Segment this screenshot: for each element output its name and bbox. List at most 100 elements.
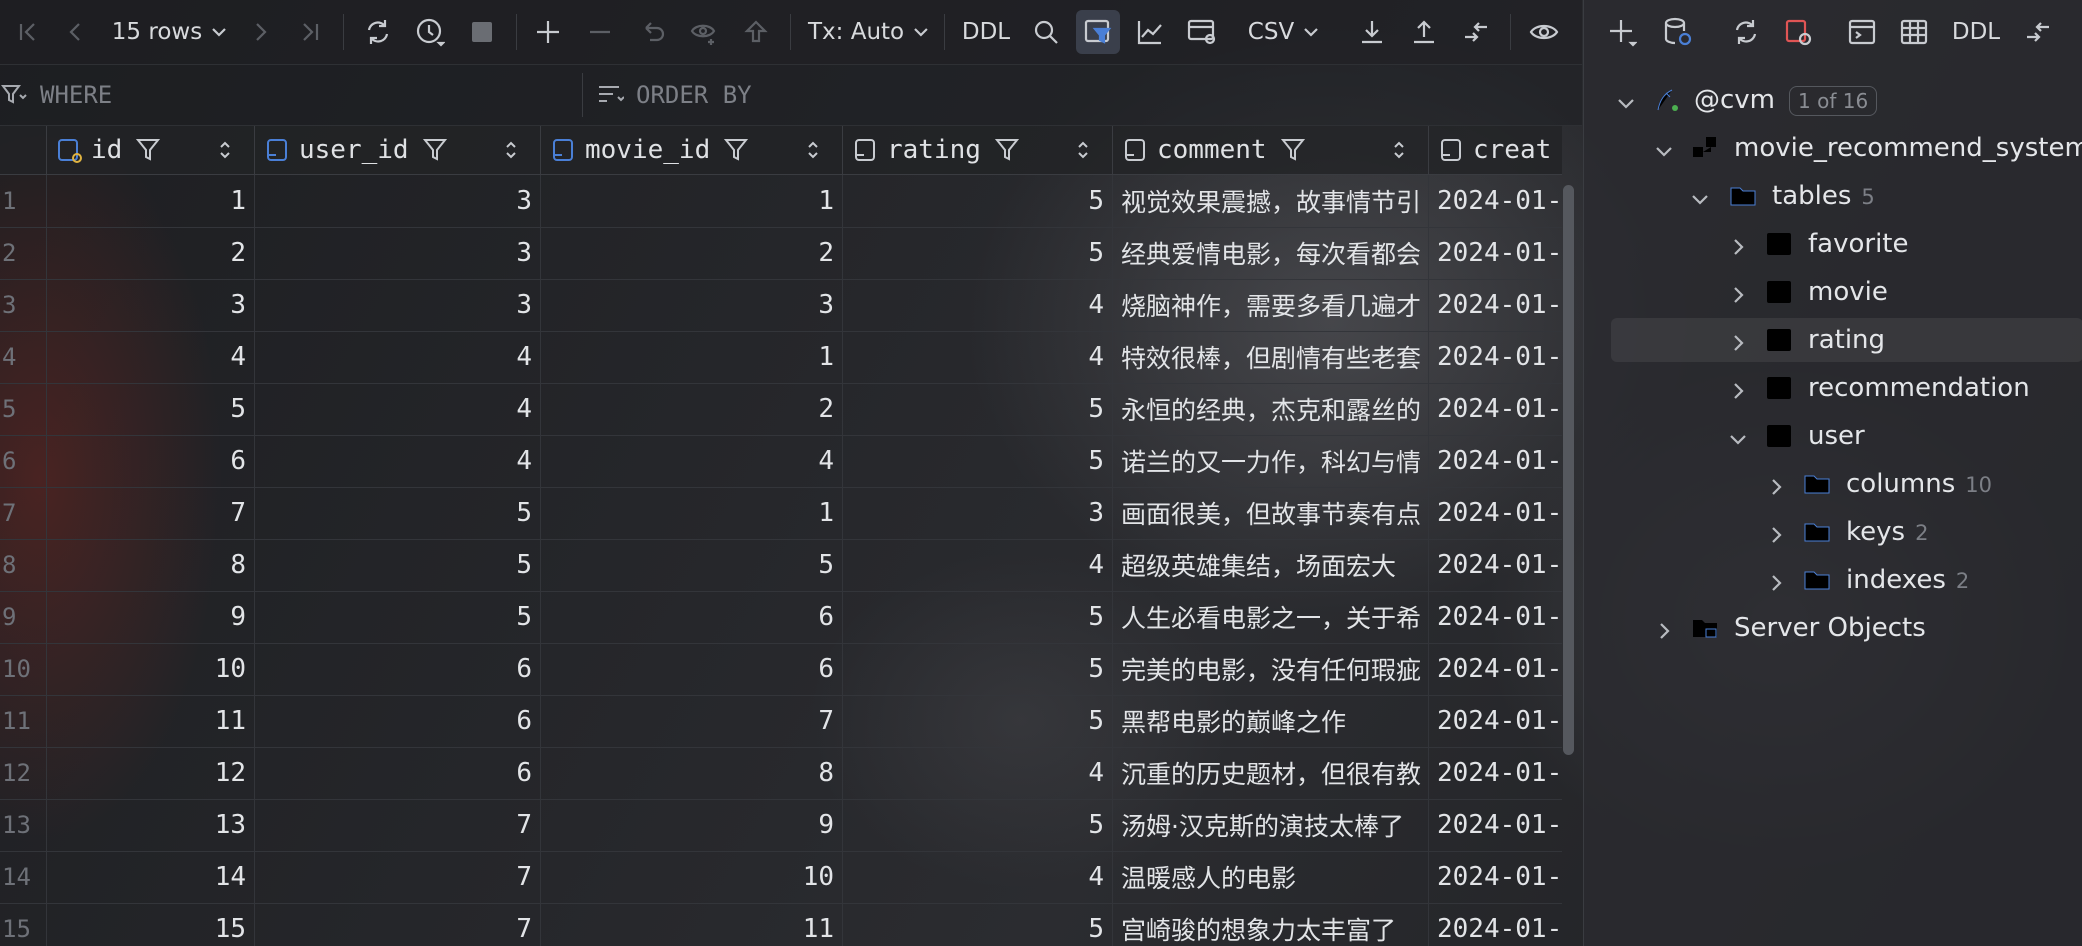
cell-created[interactable]: 2024-01-: [1429, 695, 1562, 747]
console-icon[interactable]: [1840, 10, 1884, 54]
last-page-icon[interactable]: [290, 10, 330, 54]
cell-user-id[interactable]: 5: [255, 539, 541, 591]
cell-rating[interactable]: 4: [843, 279, 1113, 331]
cell-comment[interactable]: 烧脑神作，需要多看几遍才: [1113, 279, 1429, 331]
cell-comment[interactable]: 超级英雄集结，场面宏大: [1113, 539, 1429, 591]
cell-movie-id[interactable]: 1: [541, 175, 843, 227]
cell-rating[interactable]: 5: [843, 591, 1113, 643]
cell-movie-id[interactable]: 1: [541, 487, 843, 539]
cell-id[interactable]: 5: [47, 383, 255, 435]
collapse-icon[interactable]: [2016, 10, 2060, 54]
table-row[interactable]: 1 1 3 1 5 视觉效果震撼，故事情节引 2024-01-: [0, 175, 1562, 228]
cell-movie-id[interactable]: 2: [541, 227, 843, 279]
cell-user-id[interactable]: 4: [255, 383, 541, 435]
search-icon[interactable]: [1024, 10, 1068, 54]
table-row[interactable]: 6 6 4 4 5 诺兰的又一力作，科幻与情 2024-01-: [0, 435, 1562, 488]
cell-user-id[interactable]: 6: [255, 643, 541, 695]
cell-id[interactable]: 1: [47, 175, 255, 227]
cell-id[interactable]: 9: [47, 591, 255, 643]
compare-icon[interactable]: [1454, 10, 1498, 54]
cell-movie-id[interactable]: 1: [541, 331, 843, 383]
cell-rating[interactable]: 5: [843, 383, 1113, 435]
table-row[interactable]: 10 10 6 6 5 完美的电影，没有任何瑕疵 2024-01-: [0, 643, 1562, 696]
cell-movie-id[interactable]: 2: [541, 383, 843, 435]
cell-comment[interactable]: 黑帮电影的巅峰之作: [1113, 695, 1429, 747]
filter-icon[interactable]: [136, 137, 161, 163]
next-page-icon[interactable]: [240, 10, 280, 54]
new-icon[interactable]: [1600, 10, 1644, 54]
cell-user-id[interactable]: 4: [255, 331, 541, 383]
disconnect-icon[interactable]: [1776, 10, 1820, 54]
cell-id[interactable]: 12: [47, 747, 255, 799]
delete-row-icon[interactable]: [578, 10, 622, 54]
cell-rating[interactable]: 5: [843, 643, 1113, 695]
connection-badge[interactable]: 1 of 16: [1789, 85, 1878, 116]
table-row[interactable]: 9 9 5 6 5 人生必看电影之一，关于希 2024-01-: [0, 591, 1562, 644]
cell-created[interactable]: 2024-01-: [1429, 487, 1562, 539]
sort-icon[interactable]: [218, 140, 232, 160]
table-row[interactable]: 4 4 4 1 4 特效很棒，但剧情有些老套 2024-01-: [0, 331, 1562, 384]
cell-rating[interactable]: 5: [843, 695, 1113, 747]
cell-created[interactable]: 2024-01-: [1429, 331, 1562, 383]
cell-movie-id[interactable]: 4: [541, 435, 843, 487]
cell-rating[interactable]: 5: [843, 903, 1113, 946]
chart-icon[interactable]: [1128, 10, 1172, 54]
cell-rating[interactable]: 3: [843, 487, 1113, 539]
cell-comment[interactable]: 视觉效果震撼，故事情节引: [1113, 175, 1429, 227]
table-row[interactable]: 13 13 7 9 5 汤姆·汉克斯的演技太棒了 2024-01-: [0, 799, 1562, 852]
cell-movie-id[interactable]: 5: [541, 539, 843, 591]
sort-icon[interactable]: [504, 140, 518, 160]
revert-icon[interactable]: [630, 10, 674, 54]
tree-node-table-movie[interactable]: movie: [1584, 270, 2082, 314]
tree-node-schema[interactable]: movie_recommend_system: [1584, 126, 2082, 170]
table-row[interactable]: 11 11 6 7 5 黑帮电影的巅峰之作 2024-01-: [0, 695, 1562, 748]
cell-id[interactable]: 2: [47, 227, 255, 279]
cell-user-id[interactable]: 3: [255, 227, 541, 279]
cell-id[interactable]: 4: [47, 331, 255, 383]
cell-rating[interactable]: 5: [843, 227, 1113, 279]
refresh-icon[interactable]: [1724, 10, 1768, 54]
tree-node-table-recommendation[interactable]: recommendation: [1584, 366, 2082, 410]
filter-toggle-icon[interactable]: [1076, 10, 1120, 54]
eye-icon[interactable]: [1522, 10, 1566, 54]
column-header-created[interactable]: creat: [1429, 126, 1562, 174]
column-header-comment[interactable]: comment: [1113, 126, 1429, 174]
stop-icon[interactable]: [460, 10, 504, 54]
tree-node-server-objects[interactable]: Server Objects: [1584, 606, 2082, 650]
table-row[interactable]: 3 3 3 3 4 烧脑神作，需要多看几遍才 2024-01-: [0, 279, 1562, 332]
cell-comment[interactable]: 温暖感人的电影: [1113, 851, 1429, 903]
table-row[interactable]: 5 5 4 2 5 永恒的经典，杰克和露丝的 2024-01-: [0, 383, 1562, 436]
upload-icon[interactable]: [1402, 10, 1446, 54]
cell-created[interactable]: 2024-01-: [1429, 747, 1562, 799]
cell-rating[interactable]: 4: [843, 331, 1113, 383]
cell-id[interactable]: 8: [47, 539, 255, 591]
cell-movie-id[interactable]: 3: [541, 279, 843, 331]
column-header-user-id[interactable]: user_id: [255, 126, 541, 174]
cell-id[interactable]: 11: [47, 695, 255, 747]
cell-id[interactable]: 7: [47, 487, 255, 539]
column-header-id[interactable]: id: [47, 126, 255, 174]
cell-user-id[interactable]: 5: [255, 487, 541, 539]
cell-rating[interactable]: 4: [843, 539, 1113, 591]
tree-node-columns-folder[interactable]: columns 10: [1584, 462, 2082, 506]
filter-icon[interactable]: [422, 137, 447, 163]
cell-created[interactable]: 2024-01-: [1429, 799, 1562, 851]
cell-created[interactable]: 2024-01-: [1429, 851, 1562, 903]
cell-created[interactable]: 2024-01-: [1429, 227, 1562, 279]
table-row[interactable]: 14 14 7 10 4 温暖感人的电影 2024-01-: [0, 851, 1562, 904]
cell-comment[interactable]: 人生必看电影之一，关于希: [1113, 591, 1429, 643]
rows-dropdown[interactable]: 15 rows: [108, 10, 232, 54]
tree-node-connection[interactable]: @cvm 1 of 16: [1584, 78, 2082, 122]
transaction-mode-dropdown[interactable]: Tx: Auto: [808, 10, 930, 54]
data-source-properties-icon[interactable]: [1656, 10, 1700, 54]
cell-id[interactable]: 15: [47, 903, 255, 946]
table-view-icon[interactable]: [1892, 10, 1936, 54]
cell-id[interactable]: 3: [47, 279, 255, 331]
tree-node-table-favorite[interactable]: favorite: [1584, 222, 2082, 266]
cell-movie-id[interactable]: 11: [541, 903, 843, 946]
cell-created[interactable]: 2024-01-: [1429, 175, 1562, 227]
cell-created[interactable]: 2024-01-: [1429, 279, 1562, 331]
cell-user-id[interactable]: 7: [255, 799, 541, 851]
cell-user-id[interactable]: 3: [255, 175, 541, 227]
cell-comment[interactable]: 完美的电影，没有任何瑕疵: [1113, 643, 1429, 695]
